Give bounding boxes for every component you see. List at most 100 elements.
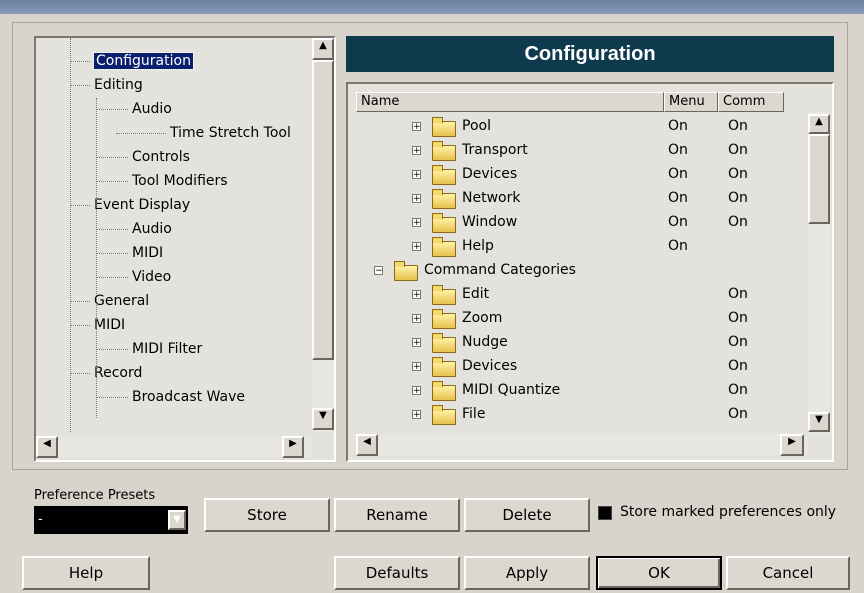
row-menu-value: On xyxy=(668,238,688,254)
plus-expand-icon[interactable]: + xyxy=(412,362,421,372)
scroll-down-arrow-icon[interactable]: ▼ xyxy=(312,408,334,430)
list-vertical-scrollbar[interactable]: ▲ ▼ xyxy=(808,112,830,434)
plus-expand-icon[interactable]: + xyxy=(412,386,421,396)
list-item[interactable]: + Zoom On xyxy=(356,306,808,330)
tree-item[interactable]: Video xyxy=(132,268,171,286)
rename-button[interactable]: Rename xyxy=(334,498,460,532)
folder-icon xyxy=(432,285,456,305)
tree-horizontal-scrollbar[interactable]: ◀ ▶ xyxy=(36,436,312,458)
plus-expand-icon[interactable]: + xyxy=(412,314,421,324)
row-name: MIDI Quantize xyxy=(462,382,561,398)
tree-connector xyxy=(96,277,128,278)
list-item[interactable]: + Network On On xyxy=(356,186,808,210)
plus-expand-icon[interactable]: + xyxy=(412,218,421,228)
help-button[interactable]: Help xyxy=(22,556,150,590)
list-item[interactable]: + Pool On On xyxy=(356,114,808,138)
window-title-bar xyxy=(0,0,864,14)
row-comm-value: On xyxy=(728,334,748,350)
delete-button[interactable]: Delete xyxy=(464,498,590,532)
tree-item[interactable]: MIDI Filter xyxy=(132,340,202,358)
chevron-down-icon[interactable]: ▼ xyxy=(168,510,186,530)
list-rows: + Pool On On + Transport On On + Devices On On + Netw… xyxy=(356,114,808,434)
tree-item[interactable]: Audio xyxy=(132,220,172,238)
tree-content: Configuration Editing Audio Time Stretch To… xyxy=(36,38,312,432)
tree-item[interactable]: Time Stretch Tool xyxy=(170,124,291,142)
tree-item[interactable]: Event Display xyxy=(94,196,190,214)
row-menu-value: On xyxy=(668,190,688,206)
tree-item-label: Video xyxy=(132,269,172,285)
list-scroll-thumb[interactable] xyxy=(808,134,830,224)
tree-connector xyxy=(116,133,166,134)
column-header-comm[interactable]: Comm xyxy=(718,92,784,112)
scroll-right-arrow-icon[interactable]: ▶ xyxy=(780,434,804,456)
list-horizontal-scrollbar[interactable]: ◀ ▶ xyxy=(356,434,808,456)
row-menu-value: On xyxy=(668,118,688,134)
plus-expand-icon[interactable]: + xyxy=(412,146,421,156)
list-item[interactable]: − Command Categories xyxy=(356,258,808,282)
scroll-up-arrow-icon[interactable]: ▲ xyxy=(808,114,830,134)
column-header-name[interactable]: Name xyxy=(356,92,664,112)
list-item[interactable]: + Nudge On xyxy=(356,330,808,354)
folder-icon xyxy=(432,357,456,377)
row-name: Devices xyxy=(462,358,518,374)
panel-title: Configuration xyxy=(346,36,834,72)
list-item[interactable]: + Edit On xyxy=(356,282,808,306)
tree-item[interactable]: Tool Modifiers xyxy=(132,172,228,190)
row-comm-value: On xyxy=(728,382,748,398)
list-item[interactable]: + Devices On xyxy=(356,354,808,378)
tree-connector xyxy=(96,109,128,110)
apply-button[interactable]: Apply xyxy=(464,556,590,590)
tree-connector xyxy=(70,373,90,374)
tree-item[interactable]: MIDI xyxy=(94,316,125,334)
folder-icon xyxy=(432,165,456,185)
plus-expand-icon[interactable]: + xyxy=(412,290,421,300)
preference-presets-dropdown[interactable]: - ▼ xyxy=(34,506,188,534)
list-item[interactable]: + Devices On On xyxy=(356,162,808,186)
tree-vertical-scrollbar[interactable]: ▲ ▼ xyxy=(312,38,334,432)
list-item[interactable]: + File On xyxy=(356,402,808,426)
store-marked-checkbox[interactable] xyxy=(598,506,612,520)
preferences-tree[interactable]: Configuration Editing Audio Time Stretch To… xyxy=(34,36,336,462)
list-item[interactable]: + Transport On On xyxy=(356,138,808,162)
store-button[interactable]: Store xyxy=(204,498,330,532)
scroll-left-arrow-icon[interactable]: ◀ xyxy=(36,436,58,458)
minus-collapse-icon[interactable]: − xyxy=(374,266,383,276)
scroll-up-arrow-icon[interactable]: ▲ xyxy=(312,38,334,60)
row-name: File xyxy=(462,406,486,422)
row-menu-value: On xyxy=(668,214,688,230)
defaults-button[interactable]: Defaults xyxy=(334,556,460,590)
preset-value: - xyxy=(38,512,43,527)
scroll-down-arrow-icon[interactable]: ▼ xyxy=(808,412,830,432)
tree-item[interactable]: Audio xyxy=(132,100,172,118)
row-name: Command Categories xyxy=(424,262,576,278)
list-item[interactable]: + MIDI Quantize On xyxy=(356,378,808,402)
ok-button[interactable]: OK xyxy=(596,556,722,590)
tree-item-label: Controls xyxy=(132,149,190,165)
list-item[interactable]: + Help On xyxy=(356,234,808,258)
list-item[interactable]: + Window On On xyxy=(356,210,808,234)
row-name: Edit xyxy=(462,286,490,302)
tree-item[interactable]: MIDI xyxy=(132,244,163,262)
tree-item-label: Record xyxy=(94,365,143,381)
tree-item[interactable]: General xyxy=(94,292,149,310)
plus-expand-icon[interactable]: + xyxy=(412,170,421,180)
row-comm-value: On xyxy=(728,310,748,326)
plus-expand-icon[interactable]: + xyxy=(412,122,421,132)
plus-expand-icon[interactable]: + xyxy=(412,242,421,252)
plus-expand-icon[interactable]: + xyxy=(412,194,421,204)
row-comm-value: On xyxy=(728,166,748,182)
tree-connector xyxy=(96,229,128,230)
configuration-list[interactable]: Name Menu Comm + Pool On On + Transport On On + D… xyxy=(346,82,834,462)
tree-item[interactable]: Editing xyxy=(94,76,143,94)
scroll-right-arrow-icon[interactable]: ▶ xyxy=(282,436,304,458)
plus-expand-icon[interactable]: + xyxy=(412,410,421,420)
tree-item[interactable]: Configuration xyxy=(93,52,194,70)
cancel-button[interactable]: Cancel xyxy=(726,556,850,590)
tree-item[interactable]: Controls xyxy=(132,148,190,166)
scroll-left-arrow-icon[interactable]: ◀ xyxy=(356,434,378,456)
tree-item[interactable]: Record xyxy=(94,364,142,382)
column-header-menu[interactable]: Menu xyxy=(664,92,718,112)
tree-scroll-thumb[interactable] xyxy=(312,60,334,360)
plus-expand-icon[interactable]: + xyxy=(412,338,421,348)
tree-item[interactable]: Broadcast Wave xyxy=(132,388,245,406)
